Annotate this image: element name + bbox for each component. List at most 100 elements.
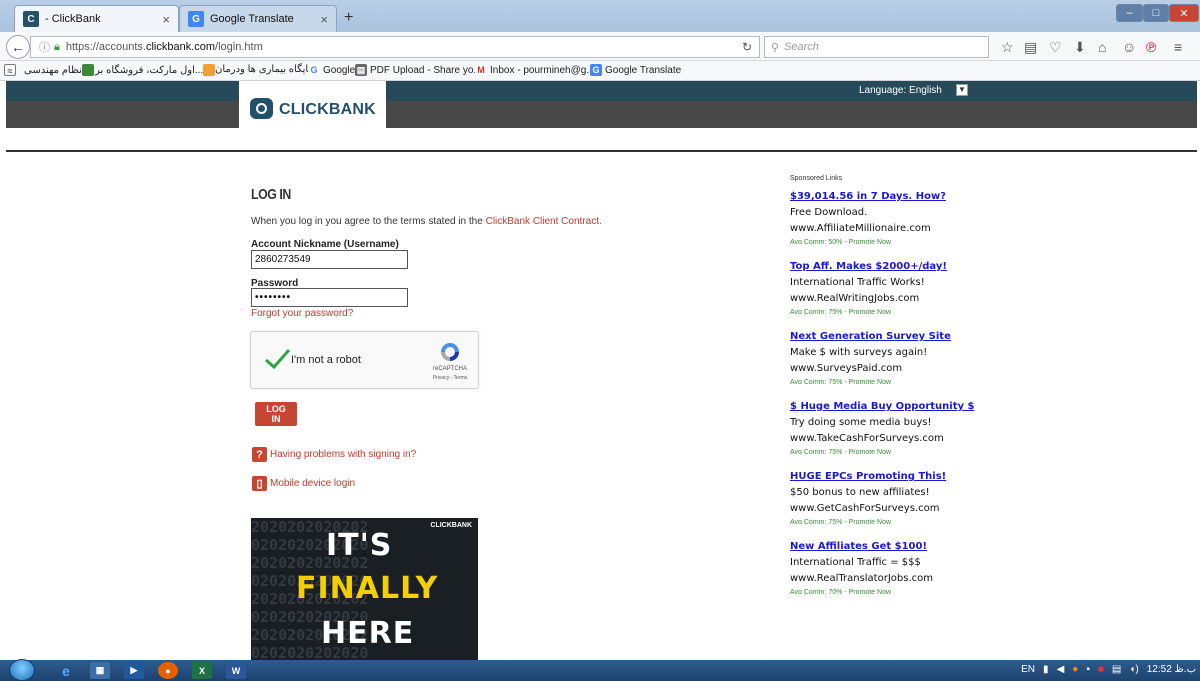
signin-help-link[interactable]: ? Having problems with signing in? <box>252 447 416 462</box>
maximize-button[interactable]: □ <box>1143 4 1169 22</box>
new-tab-button[interactable]: + <box>344 9 353 27</box>
flag-icon[interactable]: ◀ <box>1057 664 1065 675</box>
bookmark-item[interactable]: پایگاه بیماری ها ودرمان <box>215 64 311 75</box>
sponsored-ad-description: International Traffic = $$$ <box>790 557 921 568</box>
bookmark-item[interactable]: ▤ PDF Upload - Share yo... <box>355 64 482 76</box>
sponsored-ad-title[interactable]: HUGE EPCs Promoting This! <box>790 471 1010 482</box>
checkmark-icon[interactable] <box>263 347 291 371</box>
bookmark-label: ...اول مارکت، فروشگاه بر <box>95 64 204 76</box>
clock: 12:52 ب.ظ <box>1146 664 1196 675</box>
volume-icon[interactable]: ◖) <box>1129 664 1138 675</box>
forgot-password-link[interactable]: Forgot your password? <box>251 308 353 319</box>
search-input[interactable]: ⚲ Search <box>764 36 989 58</box>
sponsored-ad-commission[interactable]: Avg Comm: 70% - Promote Now <box>790 589 1010 594</box>
login-button[interactable]: LOG IN <box>255 402 297 426</box>
lock-icon: 🔒︎ <box>54 40 60 53</box>
tab-clickbank[interactable]: C - ClickBank × <box>14 5 179 32</box>
username-label: Account Nickname (Username) <box>251 239 399 250</box>
bookmark-item[interactable]: M Inbox - pourmineh@g... <box>475 64 595 76</box>
question-icon: ? <box>252 447 267 462</box>
sponsored-ad-title[interactable]: Top Aff. Makes $2000+/day! <box>790 261 1010 272</box>
back-button[interactable]: ← <box>6 35 30 59</box>
recaptcha-brand: reCAPTCHA <box>432 366 467 372</box>
mobile-link-label: Mobile device login <box>270 478 356 489</box>
sponsored-ad-commission[interactable]: Avg Comm: 75% - Promote Now <box>790 449 1010 454</box>
navigation-toolbar: ← ⓘ 🔒︎ https://accounts. clickbank.com/lo… <box>0 32 1200 61</box>
sponsored-ad-description: Try doing some media buys! <box>790 417 932 428</box>
search-icon: ⚲ <box>771 41 780 54</box>
username-field[interactable] <box>251 250 408 269</box>
minimize-button[interactable]: – <box>1116 4 1143 22</box>
pocket-icon[interactable]: ♡ <box>1049 39 1062 56</box>
terms-prefix: When you log in you agree to the terms s… <box>251 216 486 227</box>
media-player-icon[interactable]: ▶ <box>124 662 144 679</box>
google-translate-icon: G <box>590 64 602 76</box>
clickbank-logo[interactable]: CLICKBANK <box>239 81 386 128</box>
close-tab-icon[interactable]: × <box>162 12 170 27</box>
bookmark-item[interactable]: ≈ <box>4 64 19 76</box>
sponsored-ad-commission[interactable]: Avg Comm: 75% - Promote Now <box>790 379 1010 384</box>
header-top-bar <box>6 81 1197 101</box>
file-explorer-icon[interactable]: ▦ <box>90 662 110 679</box>
alert-icon[interactable]: ● <box>1072 664 1078 675</box>
bookmark-item[interactable]: نظام مهندسی <box>24 64 97 76</box>
printer-icon[interactable]: ▤ <box>1112 664 1121 675</box>
sponsored-ad-title[interactable]: Next Generation Survey Site <box>790 331 1010 342</box>
info-icon[interactable]: ⓘ <box>39 39 50 55</box>
windows-taskbar: e ▦ ▶ ● X W EN ▮ ◀ ● ▪ ■ ▤ ◖) 12:52 ب.ظ <box>0 659 1200 681</box>
pinterest-icon[interactable]: ℗ <box>1146 39 1156 55</box>
reload-icon[interactable]: ↻ <box>742 40 752 54</box>
address-bar[interactable]: ⓘ 🔒︎ https://accounts. clickbank.com/logi… <box>30 36 760 58</box>
site-header: CLICKBANK Language: English ▼ <box>6 81 1197 128</box>
bookmark-site-icon <box>81 64 94 76</box>
close-tab-icon[interactable]: × <box>320 12 328 27</box>
sponsored-ad-title[interactable]: $39,014.56 in 7 Days. How? <box>790 191 1010 202</box>
url-domain: clickbank.com <box>145 41 216 53</box>
word-icon[interactable]: W <box>226 662 246 679</box>
bookmark-item[interactable]: G Google Translate <box>590 64 681 76</box>
client-contract-link[interactable]: ClickBank Client Contract. <box>486 216 602 227</box>
network-icon[interactable]: ▮ <box>1043 664 1049 675</box>
language-label: Language: English <box>859 85 942 96</box>
system-tray: EN ▮ ◀ ● ▪ ■ ▤ ◖) 12:52 ب.ظ <box>1021 664 1196 675</box>
power-icon[interactable]: ▪ <box>1086 664 1090 675</box>
start-button[interactable] <box>9 659 35 681</box>
sponsored-ad-title[interactable]: New Affiliates Get $100! <box>790 541 1010 552</box>
bookmark-item[interactable]: G Google <box>308 64 355 76</box>
antivirus-icon[interactable]: ■ <box>1098 664 1104 675</box>
close-window-button[interactable]: ✕ <box>1169 4 1199 22</box>
menu-icon[interactable]: ≡ <box>1174 39 1182 55</box>
sponsored-ad-commission[interactable]: Avg Comm: 75% - Promote Now <box>790 309 1010 314</box>
language-dropdown[interactable]: ▼ <box>956 84 968 96</box>
clickbank-favicon-icon: C <box>23 11 39 27</box>
promo-banner[interactable]: 2020202020202 0202020202020 202020202020… <box>251 518 478 664</box>
recaptcha-terms-link[interactable]: Privacy - Terms <box>424 375 476 381</box>
excel-icon[interactable]: X <box>192 662 212 679</box>
internet-explorer-icon[interactable]: e <box>56 662 76 679</box>
sponsored-ad-url: www.GetCashForSurveys.com <box>790 503 940 514</box>
sponsored-ad-commission[interactable]: Avg Comm: 50% - Promote Now <box>790 239 1010 244</box>
tab-google-translate[interactable]: G Google Translate × <box>179 5 337 32</box>
tab-strip: C - ClickBank × G Google Translate × + –… <box>0 0 1200 32</box>
downloads-icon[interactable]: ⬇ <box>1074 39 1086 56</box>
sponsored-ad-description: Free Download. <box>790 207 868 218</box>
sponsored-ad-title[interactable]: $ Huge Media Buy Opportunity $ <box>790 401 1010 412</box>
password-field[interactable] <box>251 288 408 307</box>
gmail-icon: M <box>475 64 487 76</box>
bookmark-star-icon[interactable]: ☆ <box>1001 39 1014 56</box>
chat-icon[interactable]: ☺ <box>1122 39 1136 55</box>
sponsored-ad-description: Make $ with surveys again! <box>790 347 928 358</box>
bookmark-folder-icon: ≈ <box>4 64 16 76</box>
firefox-icon[interactable]: ● <box>158 662 178 679</box>
home-icon[interactable]: ⌂ <box>1098 39 1106 55</box>
reading-list-icon[interactable]: ▤ <box>1024 39 1037 56</box>
sponsored-ad: Next Generation Survey Site Make $ with s… <box>790 331 1010 384</box>
bookmark-label: Inbox - pourmineh@g... <box>490 64 595 76</box>
url-prefix: https://accounts. <box>65 41 146 53</box>
recaptcha-widget: I'm not a robot reCAPTCHA Privacy - Term… <box>250 331 479 389</box>
bookmark-item[interactable]: ...اول مارکت، فروشگاه بر <box>95 64 218 76</box>
mobile-login-link[interactable]: ▯ Mobile device login <box>252 476 355 491</box>
sponsored-ad-commission[interactable]: Avg Comm: 75% - Promote Now <box>790 519 1010 524</box>
language-indicator[interactable]: EN <box>1021 664 1035 675</box>
mobile-device-icon: ▯ <box>252 476 267 491</box>
